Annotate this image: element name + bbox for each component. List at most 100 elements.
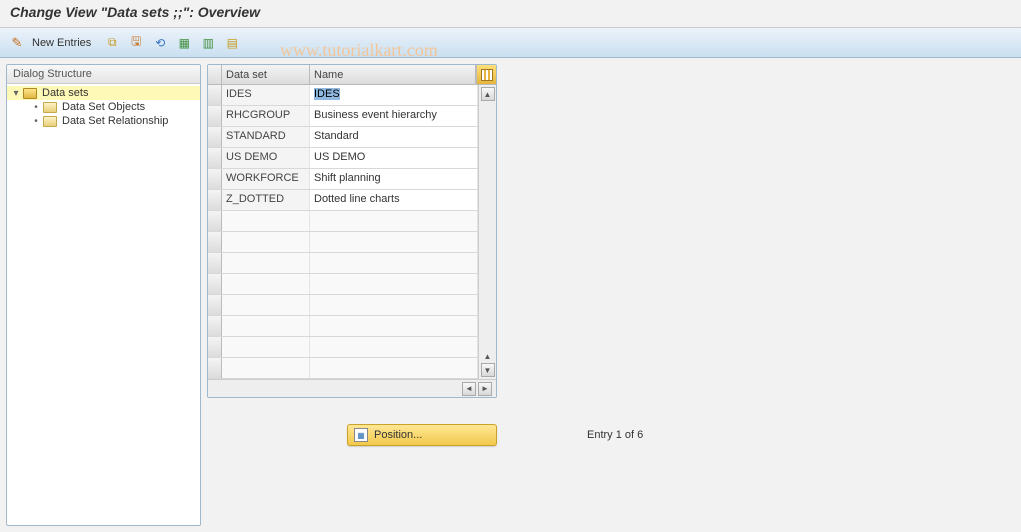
cell-name[interactable] <box>310 253 478 273</box>
row-selector[interactable] <box>208 190 222 210</box>
vertical-scrollbar[interactable]: ▲ ▲ ▼ <box>478 85 496 379</box>
row-selector[interactable] <box>208 253 222 273</box>
tree-bullet-icon: • <box>31 116 41 127</box>
table-row: Z_DOTTEDDotted line charts <box>208 190 478 211</box>
tree-node-label: Data sets <box>42 87 88 99</box>
scroll-right-button[interactable]: ► <box>478 382 492 396</box>
cell-dataset[interactable]: STANDARD <box>222 127 310 147</box>
tree-node[interactable]: • Data Set Objects <box>7 100 200 114</box>
cell-dataset[interactable]: RHCGROUP <box>222 106 310 126</box>
table-row: IDESIDES <box>208 85 478 106</box>
scroll-left-button[interactable]: ◄ <box>462 382 476 396</box>
table-row-empty <box>208 358 478 379</box>
cell-name[interactable]: Business event hierarchy <box>310 106 478 126</box>
tree-node[interactable]: • Data Set Relationship <box>7 114 200 128</box>
table-body: IDESIDESRHCGROUPBusiness event hierarchy… <box>208 85 478 379</box>
tree-expander-icon[interactable]: ▾ <box>11 88 21 99</box>
cell-name[interactable]: Dotted line charts <box>310 190 478 210</box>
row-selector[interactable] <box>208 169 222 189</box>
cell-name[interactable] <box>310 337 478 357</box>
table-settings-button[interactable] <box>476 65 496 84</box>
cell-dataset[interactable] <box>222 253 310 273</box>
table-header-row: Data set Name <box>208 65 496 85</box>
cell-name[interactable] <box>310 232 478 252</box>
cell-dataset[interactable] <box>222 358 310 378</box>
position-button[interactable]: ▦ Position... <box>347 424 497 446</box>
cell-dataset[interactable]: US DEMO <box>222 148 310 168</box>
position-icon: ▦ <box>354 428 368 442</box>
application-toolbar: New Entries <box>0 28 1021 58</box>
table-row: RHCGROUPBusiness event hierarchy <box>208 106 478 127</box>
table-row-empty <box>208 274 478 295</box>
table-row: STANDARDStandard <box>208 127 478 148</box>
row-selector[interactable] <box>208 232 222 252</box>
folder-closed-icon <box>43 102 57 113</box>
cell-dataset[interactable] <box>222 337 310 357</box>
row-selector[interactable] <box>208 274 222 294</box>
cell-dataset[interactable] <box>222 232 310 252</box>
row-selector[interactable] <box>208 295 222 315</box>
folder-closed-icon <box>43 116 57 127</box>
new-entries-button[interactable]: New Entries <box>32 37 91 49</box>
dialog-structure-tree: ▾Data sets•Data Set Objects•Data Set Rel… <box>7 84 200 130</box>
cell-dataset[interactable]: WORKFORCE <box>222 169 310 189</box>
row-selector[interactable] <box>208 127 222 147</box>
entry-counter-text: Entry 1 of 6 <box>587 429 643 441</box>
cell-name[interactable]: US DEMO <box>310 148 478 168</box>
table-row: WORKFORCEShift planning <box>208 169 478 190</box>
table-row-empty <box>208 295 478 316</box>
cell-name[interactable] <box>310 358 478 378</box>
cell-dataset[interactable]: IDES <box>222 85 310 105</box>
column-header-dataset[interactable]: Data set <box>222 65 310 84</box>
table-row-empty <box>208 316 478 337</box>
cell-name[interactable]: Shift planning <box>310 169 478 189</box>
cell-dataset[interactable]: Z_DOTTED <box>222 190 310 210</box>
change-icon[interactable] <box>8 34 26 52</box>
cell-dataset[interactable] <box>222 211 310 231</box>
deselect-all-icon[interactable] <box>223 34 241 52</box>
table-row: US DEMOUS DEMO <box>208 148 478 169</box>
row-selector[interactable] <box>208 358 222 378</box>
cell-name[interactable]: IDES <box>310 85 478 105</box>
row-selector[interactable] <box>208 316 222 336</box>
cell-name[interactable]: Standard <box>310 127 478 147</box>
tree-node-label: Data Set Objects <box>62 101 145 113</box>
row-selector[interactable] <box>208 106 222 126</box>
horizontal-scrollbar[interactable]: ◄ ► <box>208 379 496 397</box>
position-button-label: Position... <box>374 429 422 441</box>
column-header-name[interactable]: Name <box>310 65 476 84</box>
dialog-structure-panel: Dialog Structure ▾Data sets•Data Set Obj… <box>6 64 201 526</box>
cell-dataset[interactable] <box>222 274 310 294</box>
tree-bullet-icon: • <box>31 102 41 113</box>
cell-dataset[interactable] <box>222 316 310 336</box>
table-settings-icon <box>481 69 493 81</box>
cell-name[interactable] <box>310 295 478 315</box>
table-row-empty <box>208 337 478 358</box>
folder-open-icon <box>23 88 37 99</box>
dialog-structure-header: Dialog Structure <box>7 65 200 84</box>
scroll-down-button[interactable]: ▼ <box>481 363 495 377</box>
delete-icon[interactable] <box>127 34 145 52</box>
select-block-icon[interactable] <box>199 34 217 52</box>
undo-icon[interactable] <box>151 34 169 52</box>
cell-name[interactable] <box>310 274 478 294</box>
table-row-empty <box>208 232 478 253</box>
scroll-up-button[interactable]: ▲ <box>481 87 495 101</box>
scroll-down-arrow-icon: ▲ <box>481 349 495 363</box>
table-row-empty <box>208 211 478 232</box>
table-row-empty <box>208 253 478 274</box>
select-all-icon[interactable] <box>175 34 193 52</box>
data-sets-table: Data set Name IDESIDESRHCGROUPBusiness e… <box>207 64 497 398</box>
cell-dataset[interactable] <box>222 295 310 315</box>
row-selector[interactable] <box>208 337 222 357</box>
tree-node-label: Data Set Relationship <box>62 115 168 127</box>
cell-name[interactable] <box>310 211 478 231</box>
tree-node[interactable]: ▾ Data sets <box>7 86 200 100</box>
row-selector[interactable] <box>208 85 222 105</box>
copy-as-icon[interactable] <box>103 34 121 52</box>
row-selector[interactable] <box>208 148 222 168</box>
row-selector-header[interactable] <box>208 65 222 84</box>
page-title: Change View "Data sets ;;": Overview <box>0 0 1021 28</box>
row-selector[interactable] <box>208 211 222 231</box>
cell-name[interactable] <box>310 316 478 336</box>
